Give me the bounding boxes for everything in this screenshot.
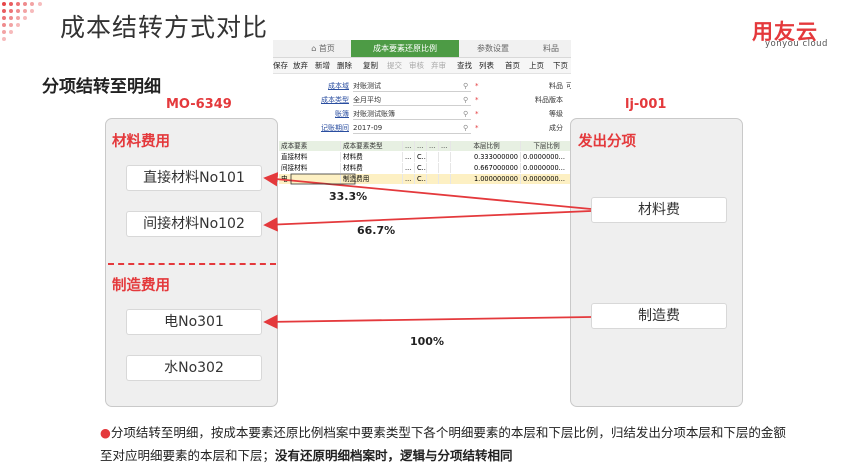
mo-code-label: MO-6349 [166,97,232,112]
selected-cell-outline [290,173,356,185]
bullet-icon: ● [100,425,111,440]
ratio-label-indirect: 66.7% [357,224,396,237]
allocation-arrows [263,172,592,330]
note-bold-text: 没有还原明细档案时，逻辑与分项结转相同 [275,448,513,463]
ratio-label-direct: 33.3% [329,190,368,203]
explanation-note: ●分项结转至明细，按成本要素还原比例档案中要素类型下各个明细要素的本层和下层比例… [100,421,790,467]
arrow-material-to-direct [263,172,592,210]
lj-code-label: lj-001 [625,97,667,112]
ratio-label-electricity: 100% [410,335,444,348]
arrow-manufacturing-to-electricity [263,314,592,330]
arrow-material-to-indirect [263,210,592,232]
